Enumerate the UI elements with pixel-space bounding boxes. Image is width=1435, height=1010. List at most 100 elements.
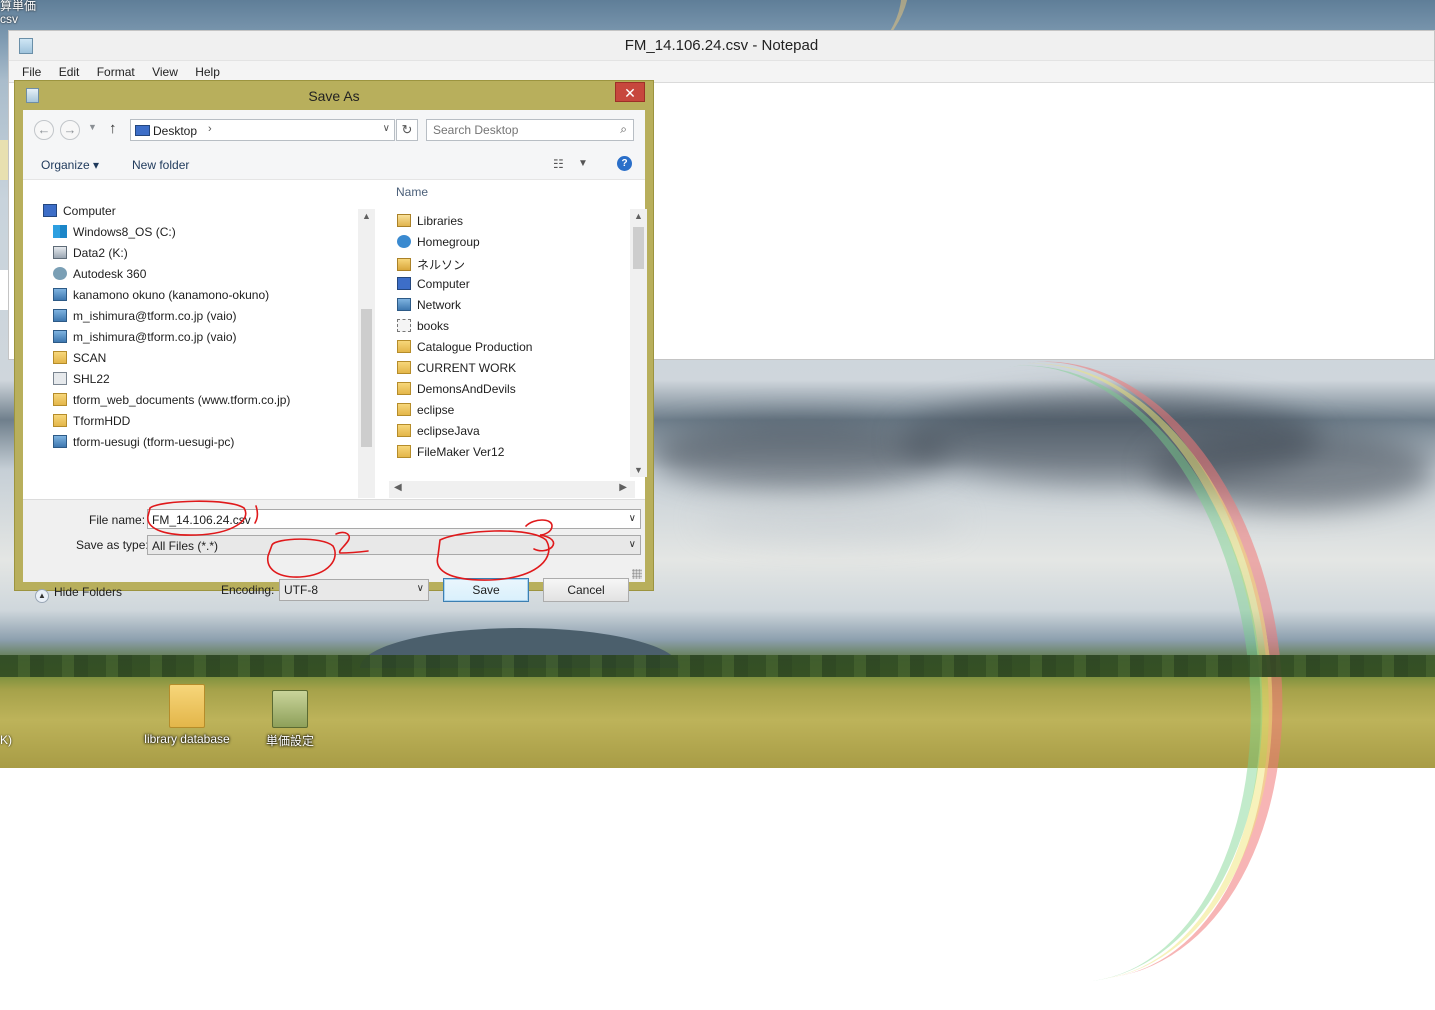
encoding-value: UTF-8 [284,583,318,597]
nav-item-kanamono-okuno[interactable]: kanamono okuno (kanamono-okuno) [53,288,269,309]
save-as-type-select[interactable]: All Files (*.*) ∨ [147,535,641,555]
list-item[interactable]: ネルソン [397,256,465,277]
desktop-icon-edge [0,140,8,180]
list-item[interactable]: Catalogue Production [397,340,532,361]
nav-item-label: m_ishimura@tform.co.jp (vaio) [73,330,237,344]
view-options-icon[interactable]: ☷ [553,157,564,171]
new-folder-button[interactable]: New folder [132,158,189,172]
save-as-type-label: Save as type: [76,538,149,552]
nav-item-scan[interactable]: SCAN [53,351,106,372]
list-item[interactable]: Network [397,298,461,319]
list-item[interactable]: Libraries [397,214,463,235]
encoding-select[interactable]: UTF-8 ∨ [279,579,429,601]
organize-button[interactable]: Organize ▾ [41,158,99,172]
nav-item-tform-uesugi[interactable]: tform-uesugi (tform-uesugi-pc) [53,435,234,456]
address-location[interactable]: Desktop [153,124,197,138]
list-item-label: Libraries [417,214,464,228]
folder-icon [397,445,411,458]
back-button[interactable]: ← [34,120,54,140]
address-bar[interactable]: Desktop › ∨ [130,119,395,141]
list-item[interactable]: books [397,319,449,340]
hide-folders-button[interactable]: ▲ Hide Folders [35,585,122,603]
desktop-icon-price-settings[interactable]: 単価設定 [245,690,335,749]
navigation-pane: Computer Windows8_OS (C:) Data2 (K:) Aut… [23,181,373,469]
list-item[interactable]: Homegroup [397,235,480,256]
chevron-down-icon[interactable]: ∨ [629,539,636,550]
save-as-title: Save As [308,88,360,104]
list-item-label: FileMaker Ver12 [417,445,505,459]
nav-item-tformhdd[interactable]: TformHDD [53,414,130,435]
notepad-titlebar[interactable]: FM_14.106.24.csv - Notepad [9,31,1434,61]
search-box[interactable]: ⌕ [426,119,634,141]
nav-item-data2[interactable]: Data2 (K:) [53,246,128,267]
resize-grip[interactable] [632,569,642,579]
column-header-name[interactable]: Name [389,181,635,203]
up-arrow-icon: ↑ [109,120,117,137]
menu-edit[interactable]: Edit [52,61,87,79]
scrollbar-thumb[interactable] [633,227,644,269]
cloud-icon [53,267,67,280]
nav-item-autodesk-360[interactable]: Autodesk 360 [53,267,146,288]
list-item[interactable]: DemonsAndDevils [397,382,516,403]
list-item-label: Network [417,298,462,312]
search-icon[interactable]: ⌕ [620,122,627,137]
back-arrow-icon: ← [37,122,51,137]
list-item[interactable]: Computer [397,277,470,298]
close-icon: ✕ [624,85,636,101]
nav-item-windows8-os[interactable]: Windows8_OS (C:) [53,225,176,246]
network-computer-icon [53,309,67,322]
forward-button[interactable]: → [60,120,80,140]
drive-icon [53,246,67,259]
nav-item-computer[interactable]: Computer [43,204,116,225]
file-list-scrollbar[interactable]: ▲ ▼ [630,209,647,477]
scroll-up-icon[interactable]: ▲ [358,211,375,221]
file-name-field[interactable]: FM_14.106.24.csv ∨ [147,509,641,529]
desktop-icon-library-database[interactable]: library database [142,684,232,746]
chevron-down-icon[interactable]: ▼ [578,158,588,169]
menu-help[interactable]: Help [188,61,227,79]
save-as-titlebar[interactable]: Save As ✕ [15,81,653,109]
menu-view[interactable]: View [145,61,185,79]
scrollbar-thumb[interactable] [361,309,372,447]
breadcrumb-chevron-icon[interactable]: › [208,123,212,135]
nav-pane-scrollbar[interactable]: ▲ ▼ [358,209,375,497]
nav-item-m-ishimura-1[interactable]: m_ishimura@tform.co.jp (vaio) [53,309,237,330]
nav-pane-scrollbar-corner [358,481,375,498]
menu-file[interactable]: File [15,61,48,79]
user-folder-icon [397,258,411,271]
recent-locations-dropdown[interactable]: ▼ [88,122,97,132]
chevron-down-icon[interactable]: ∨ [417,583,424,594]
address-row: ← → ▼ ↑ Desktop › ∨ ↻ ⌕ [23,110,645,150]
nav-item-m-ishimura-2[interactable]: m_ishimura@tform.co.jp (vaio) [53,330,237,351]
list-item-label: DemonsAndDevils [417,382,516,396]
list-item[interactable]: eclipse [397,403,454,424]
scroll-up-icon[interactable]: ▲ [630,211,647,221]
list-item[interactable]: CURRENT WORK [397,361,516,382]
nav-item-label: Autodesk 360 [73,267,147,281]
folder-icon [397,361,411,374]
chevron-down-icon[interactable]: ∨ [383,123,390,134]
desktop-left-label: K) [0,733,12,747]
computer-icon [43,204,57,217]
save-button[interactable]: Save [443,578,529,602]
chevron-down-icon[interactable]: ∨ [629,513,636,524]
scroll-left-icon[interactable]: ◀ [394,482,402,493]
nav-item-shl22[interactable]: SHL22 [53,372,110,393]
refresh-button[interactable]: ↻ [396,119,418,141]
up-button[interactable]: ↑ [109,120,117,137]
nav-item-tform-web-documents[interactable]: tform_web_documents (www.tform.co.jp) [53,393,290,414]
desktop-file-label[interactable]: 算単価 csv [0,0,36,26]
nav-item-label: tform_web_documents (www.tform.co.jp) [73,393,291,407]
encoding-label: Encoding: [221,583,275,597]
cancel-button[interactable]: Cancel [543,578,629,602]
scroll-down-icon[interactable]: ▼ [630,465,647,475]
search-input[interactable] [431,121,601,139]
close-button[interactable]: ✕ [615,82,645,102]
nav-item-label: tform-uesugi (tform-uesugi-pc) [73,435,235,449]
list-item[interactable]: FileMaker Ver12 [397,445,504,466]
file-list-hscrollbar[interactable]: ◀ ▶ [389,481,635,498]
menu-format[interactable]: Format [90,61,142,79]
scroll-right-icon[interactable]: ▶ [619,482,627,493]
help-icon[interactable]: ? [617,156,632,171]
list-item[interactable]: eclipseJava [397,424,480,445]
